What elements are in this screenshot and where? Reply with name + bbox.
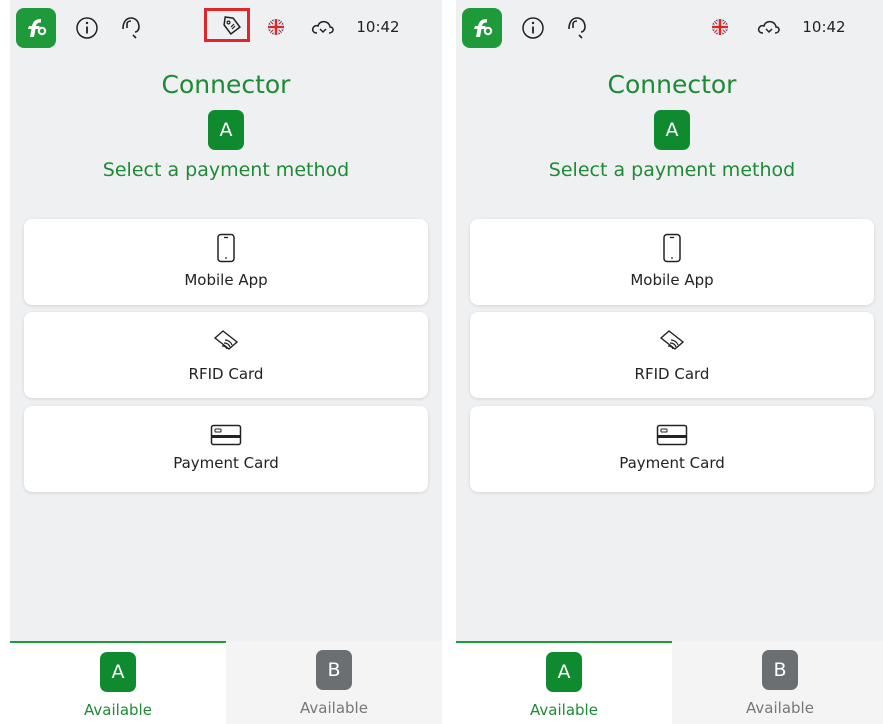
connector-b-badge: B [316,650,352,690]
credit-card-icon [210,424,242,450]
connector-a-badge: A [546,652,582,692]
connector-b-status: Available [746,699,814,717]
rfid-card-icon [657,328,687,358]
brand-logo-icon [16,8,56,48]
info-icon[interactable] [74,15,100,41]
connector-b-badge: B [762,650,798,690]
price-tag-highlight [204,8,250,42]
page-title: Connector [161,70,291,99]
support-headset-icon[interactable] [564,14,590,42]
connector-tab-b[interactable]: B Available [672,641,883,724]
rfid-card-label: RFID Card [188,365,264,383]
connector-b-status: Available [300,699,368,717]
rfid-card-icon [211,328,241,358]
page-subtitle: Select a payment method [548,159,796,181]
status-bar: 10:42 [10,0,442,54]
info-icon[interactable] [520,15,546,41]
uk-flag-icon[interactable] [710,17,730,37]
mobile-phone-icon [216,233,236,267]
credit-card-icon [656,424,688,450]
connector-tab-bar: A Available B Available [10,641,442,724]
clock: 10:42 [356,18,400,36]
cloud-connection-icon [310,16,336,38]
status-bar: 10:42 [456,0,883,54]
connector-tab-bar: A Available B Available [456,641,883,724]
page-subtitle: Select a payment method [102,159,350,181]
connector-tab-a[interactable]: A Available [10,641,226,724]
connector-a-badge: A [100,652,136,692]
mobile-app-option[interactable]: Mobile App [470,219,874,305]
payment-card-option[interactable]: Payment Card [470,406,874,492]
brand-logo-icon [462,8,502,48]
connector-tab-a[interactable]: A Available [456,641,672,724]
support-headset-icon[interactable] [118,14,144,42]
payment-card-label: Payment Card [173,454,279,472]
connector-badge: A [208,110,244,150]
connector-a-status: Available [84,701,152,719]
charger-screen-left: 10:42 Connector A Select a payment metho… [10,0,442,724]
mobile-app-option[interactable]: Mobile App [24,219,428,305]
rfid-card-option[interactable]: RFID Card [470,312,874,398]
connector-badge: A [654,110,690,150]
rfid-card-option[interactable]: RFID Card [24,312,428,398]
mobile-phone-icon [662,233,682,267]
connector-a-status: Available [530,701,598,719]
charger-screen-right: 10:42 Connector A Select a payment metho… [456,0,883,724]
payment-card-label: Payment Card [619,454,725,472]
mobile-app-label: Mobile App [184,271,268,289]
uk-flag-icon[interactable] [266,17,286,37]
mobile-app-label: Mobile App [630,271,714,289]
cloud-connection-icon [756,16,782,38]
connector-tab-b[interactable]: B Available [226,641,442,724]
payment-card-option[interactable]: Payment Card [24,406,428,492]
page-title: Connector [607,70,737,99]
clock: 10:42 [802,18,846,36]
rfid-card-label: RFID Card [634,365,710,383]
